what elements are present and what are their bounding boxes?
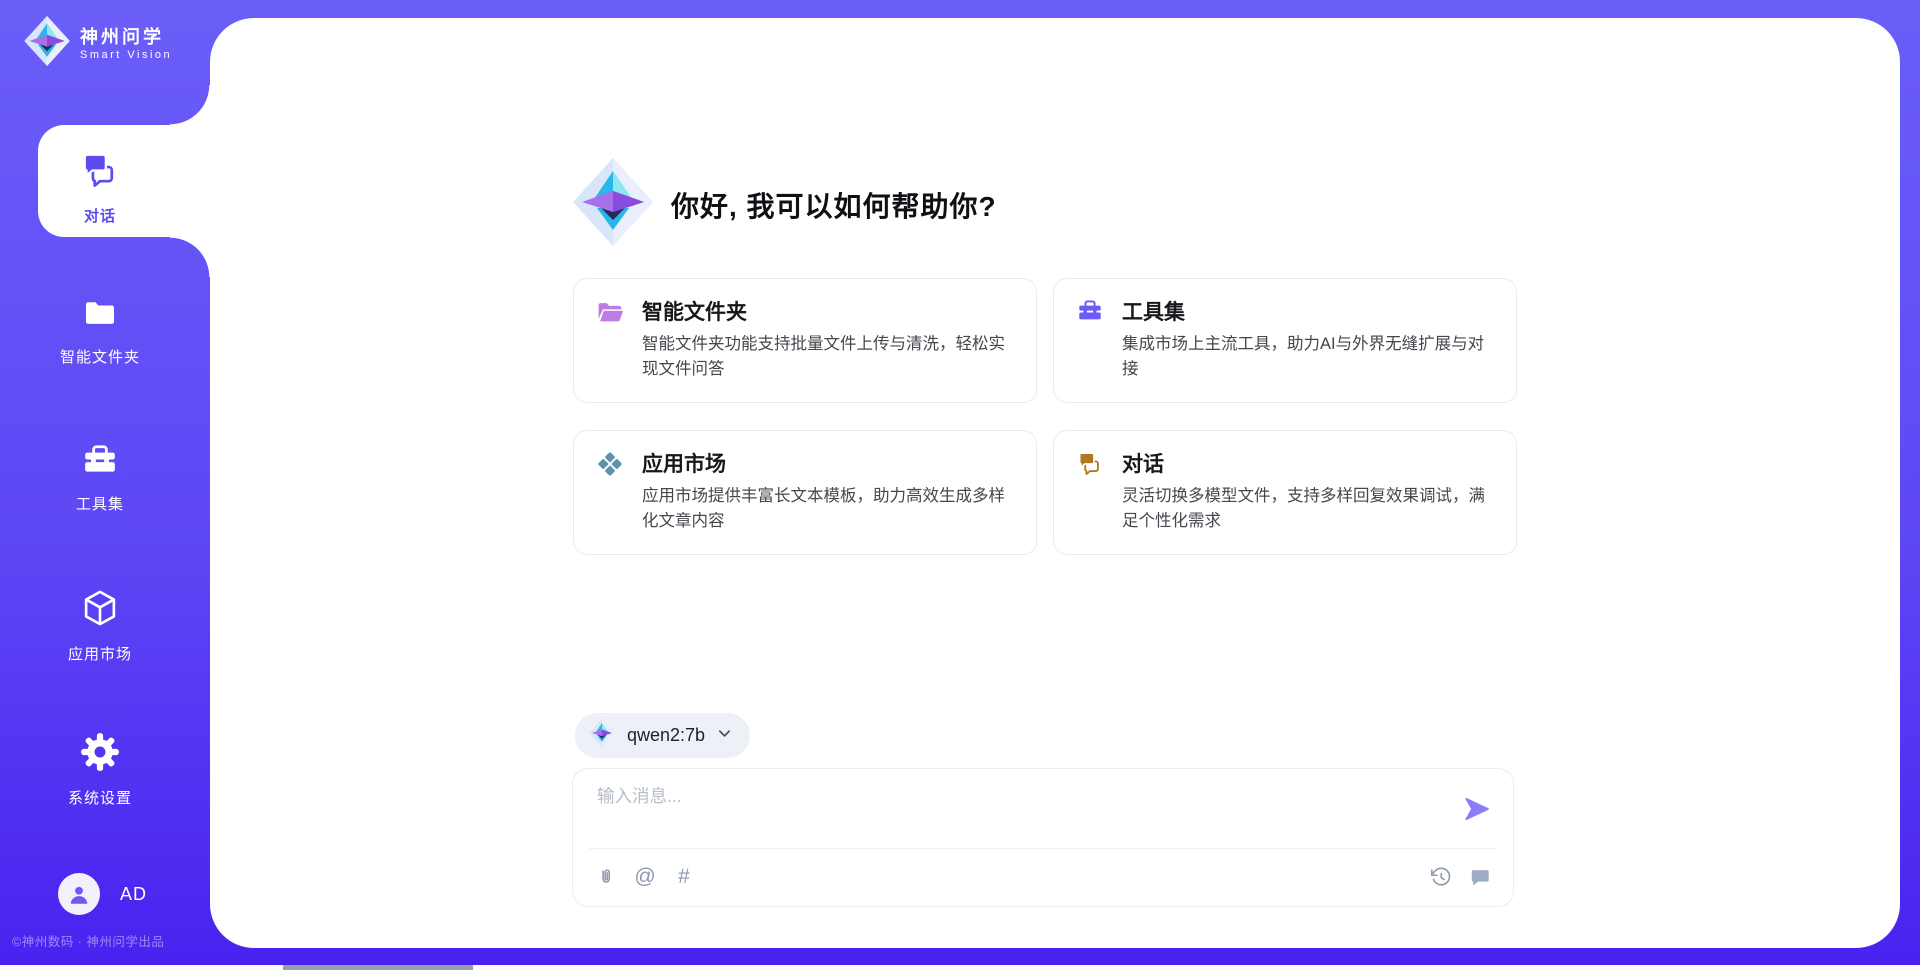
brand-subtitle: Smart Vision [80,49,172,61]
greeting-text: 你好, 我可以如何帮助你? [671,185,997,225]
card-title: 智能文件夹 [642,296,1014,326]
apps-grid-icon [596,450,624,478]
user-initials: AD [120,884,147,905]
sidebar-item-label: 对话 [84,205,116,226]
card-smart-folder[interactable]: 智能文件夹 智能文件夹功能支持批量文件上传与清洗，轻松实现文件问答 [573,278,1037,403]
chat-bubble-icon[interactable] [1469,866,1491,888]
card-toolset[interactable]: 工具集 集成市场上主流工具，助力AI与外界无缝扩展与对接 [1053,278,1517,403]
brand: 神州问学 Smart Vision [24,16,172,71]
composer-tools-left: @ # [595,866,695,888]
card-description: 集成市场上主流工具，助力AI与外界无缝扩展与对接 [1122,332,1494,382]
app-root: 神州问学 Smart Vision 对话 智能文件夹 [0,0,1920,970]
send-icon[interactable] [1463,795,1491,823]
gear-icon [80,732,120,777]
card-description: 灵活切换多模型文件，支持多样回复效果调试，满足个性化需求 [1122,484,1494,534]
folder-icon [80,295,120,336]
sidebar-item-app-market[interactable]: 应用市场 [0,588,200,664]
chat-icon [1076,450,1104,478]
card-title: 应用市场 [642,448,1014,478]
card-app-market[interactable]: 应用市场 应用市场提供丰富长文本模板，助力高效生成多样化文章内容 [573,430,1037,555]
card-description: 应用市场提供丰富长文本模板，助力高效生成多样化文章内容 [642,484,1014,534]
brand-name: 神州问学 [80,26,172,49]
composer-tools-right [1430,866,1491,888]
card-chat[interactable]: 对话 灵活切换多模型文件，支持多样回复效果调试，满足个性化需求 [1053,430,1517,555]
assistant-logo-icon [573,158,653,251]
chevron-down-icon [717,726,732,746]
model-selector[interactable]: qwen2:7b [575,713,750,758]
scrollbar-thumb[interactable] [283,965,473,970]
avatar [58,873,100,915]
sidebar-item-toolset[interactable]: 工具集 [0,442,200,514]
history-icon[interactable] [1430,866,1452,888]
sidebar-item-label: 工具集 [76,493,124,514]
sidebar-item-settings[interactable]: 系统设置 [0,732,200,808]
message-composer: @ # [572,768,1514,907]
sidebar-item-label: 智能文件夹 [60,346,140,367]
cube-icon [79,588,121,633]
brand-logo-icon [24,16,70,71]
card-description: 智能文件夹功能支持批量文件上传与清洗，轻松实现文件问答 [642,332,1014,382]
paperclip-icon[interactable] [595,866,617,888]
active-tab-curve-bottom [170,237,210,277]
sidebar-item-label: 应用市场 [68,643,132,664]
sidebar-item-chat[interactable]: 对话 [0,150,200,226]
sidebar-item-label: 系统设置 [68,787,132,808]
card-title: 工具集 [1122,296,1494,326]
toolbox-icon [80,442,120,483]
chat-icon [79,150,121,195]
open-folder-icon [596,298,624,326]
message-input[interactable] [597,783,1427,839]
user-profile[interactable]: AD [58,873,147,915]
hash-icon[interactable]: # [673,866,695,888]
feature-cards: 智能文件夹 智能文件夹功能支持批量文件上传与清洗，轻松实现文件问答 工具集 集成… [573,278,1517,555]
composer-divider [589,848,1497,849]
active-tab-curve-top [170,85,210,125]
horizontal-scrollbar[interactable] [0,965,1920,970]
person-icon [66,881,92,907]
toolbox-icon [1076,298,1104,326]
card-title: 对话 [1122,448,1494,478]
model-logo-icon [589,719,615,752]
greeting: 你好, 我可以如何帮助你? [573,158,997,251]
at-icon[interactable]: @ [634,866,656,888]
copyright: ©神州数码 · 神州问学出品 [12,931,164,950]
sidebar-item-smart-folder[interactable]: 智能文件夹 [0,295,200,367]
model-name: qwen2:7b [627,725,705,746]
